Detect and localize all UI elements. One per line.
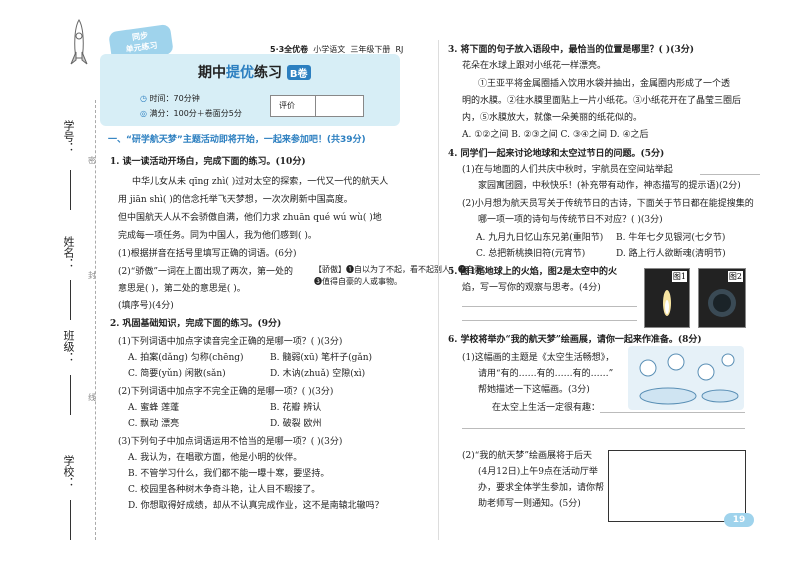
q5-line-2: 焰，写一写你的观察与思考。(4分) (462, 283, 601, 293)
q3-stem: 3. 将下面的句子放入语段中，最恰当的位置是哪里？( )(3分) (448, 45, 694, 55)
section-title: 一、“研学航天梦”主题活动即将开始，一起来参加吧！(共39分) (108, 135, 366, 145)
q1-para-2: 用 jiān shì( )的信念托举飞天梦想，一次次刷新中国高度。 (118, 195, 353, 205)
flame-space-image: 图2 (698, 268, 746, 328)
paper-tag: B卷 (286, 65, 311, 80)
column-divider (438, 40, 439, 540)
q2-2-option-b: B. 花瓣 辨认 (270, 403, 322, 413)
q2-1-option-b: B. 髓弱(xū) 笔杆子(gǎn) (270, 353, 373, 363)
rocket-icon (70, 19, 88, 65)
q4-1-answer-line[interactable] (700, 174, 760, 175)
exam-title: 期中提优练习 B卷 (198, 62, 311, 82)
flame-earth-image: 图1 (644, 268, 690, 328)
q2-3-option-d: D. 你想取得好成绩，却从不认真完成作业，这不是南辕北辙吗？ (128, 501, 384, 511)
q4-option-c: C. 总把新桃换旧符(元宵节) (476, 249, 586, 259)
q3-quote: 花朵在水球上跟对小纸花一样漂亮。 (462, 61, 607, 71)
q4-sub-1a: (1)在与地面的人们共庆中秋时，宇航员在空间站举起 (462, 165, 673, 175)
q2-1-option-a: A. 拍案(dǎng) 匀称(chēng) (128, 353, 244, 363)
q1-stem: 1. 读一读活动开场白，完成下面的练习。(10分) (110, 157, 306, 167)
clock-icon: ◷ (140, 94, 147, 103)
q6-sub-1c: 帮她描述一下这幅画。(3分) (478, 385, 590, 395)
notice-writing-box[interactable] (608, 450, 746, 522)
q2-sub-1: (1)下列词语中加点字读音完全正确的是哪一项？( )(3分) (118, 337, 343, 347)
q3-para-3: 内，⑤水膜放大，就像一朵美丽的纸花似的。 (462, 113, 643, 123)
score-info: ◎ 满分：100分＋卷面分5分 (140, 109, 242, 118)
q5-answer-line-1[interactable] (462, 306, 637, 307)
q2-stem: 2. 巩固基础知识，完成下面的练习。(9分) (110, 319, 282, 329)
rating-label: 评价 (279, 101, 295, 110)
q4-option-a: A. 九月九日忆山东兄弟(重阳节) (476, 233, 604, 243)
q2-3-option-c: C. 校园里各种树木争奇斗艳，让人目不暇接了。 (128, 485, 321, 495)
student-no-label: 学号： (62, 120, 75, 153)
q1-sub-1: (1)根据拼音在括号里填写正确的词语。(6分) (118, 249, 297, 259)
q6-sub-1b: 请用“有的……有的……有的……” (478, 369, 614, 379)
school-line (70, 500, 71, 540)
q2-3-option-b: B. 不管学习什么，我们都不能一曝十寒，要坚持。 (128, 469, 330, 479)
q2-1-option-c: C. 简要(yǔn) 闲散(sǎn) (128, 369, 226, 379)
q4-option-d: D. 路上行人欲断魂(清明节) (616, 249, 726, 259)
q1-para-4: 完成每一项任务。同为中国人，我为他们感到( )。 (118, 231, 317, 241)
q6-1-answer-line-2[interactable] (462, 428, 745, 429)
space-life-drawing (628, 346, 744, 410)
q4-option-b: B. 牛年七夕见银河(七夕节) (616, 233, 726, 243)
q2-3-option-a: A. 我认为，在唱歌方面，他是小明的伙伴。 (128, 453, 303, 463)
q6-sub-2c: 办，要求全体学生参加，请你帮 (478, 483, 605, 493)
q2-sub-2: (2)下列词语中加点字不完全正确的是哪一项？( )(3分) (118, 387, 334, 397)
q1-sub-2a: (2)“骄傲”一词在上面出现了两次，第一处的 (118, 267, 293, 277)
q6-sub-2a: (2)“我的航天梦”绘画展将于后天 (462, 451, 592, 461)
school-label: 学校： (62, 455, 75, 488)
q4-sub-2a: (2)小月想为航天员写关于传统节日的古诗，下面关于节日都在能提搜集的 (462, 199, 754, 209)
q4-stem: 4. 同学们一起来讨论地球和太空过节日的问题。(5分) (448, 149, 665, 159)
q1-sub-2b: 意思是( )，第二处的意思是( )。 (118, 284, 246, 294)
q5-answer-line-2[interactable] (462, 320, 637, 321)
binding-strip: 学号： 姓名： 班级： 学校： 密 封 线 (0, 0, 100, 566)
q2-2-option-d: D. 破裂 欧州 (270, 419, 322, 429)
q4-sub-2b: 哪一项一项的诗句与传统节日不对应？( )(3分) (478, 215, 663, 225)
class-label: 班级： (62, 330, 75, 363)
q5-stem: 5. 图1是地球上的火焰，图2是太空中的火 (448, 267, 618, 277)
q2-2-option-a: A. 蜜蜂 莲蓬 (128, 403, 180, 413)
q2-2-option-c: C. 飘动 漂亮 (128, 419, 180, 429)
q1-para-1: 中华儿女从未 qīng zhì( )过对太空的探索，一代又一代的航天人 (132, 177, 389, 187)
class-line (70, 375, 71, 415)
q1-para-3: 但中国航天人从不会骄傲自满，他们力求 zhuān qué wú wù( )地 (118, 213, 382, 223)
q1-sub-2c: (填序号)(4分) (118, 301, 174, 311)
q6-1-answer-line-1[interactable] (600, 412, 745, 413)
time-info: ◷ 时间：70分钟 (140, 94, 200, 103)
student-no-line (70, 170, 71, 210)
page-number: 19 (724, 513, 754, 527)
q3-para-2: 明的水膜。②往水膜里面贴上一片小纸花。③小纸花开在了晶莹三圈后 (462, 96, 742, 106)
q3-options: A. ①②之间 B. ②③之间 C. ③④之间 D. ④之后 (462, 130, 649, 140)
binding-cut-line (95, 100, 96, 540)
q6-sub-2d: 助老师写一则通知。(5分) (478, 499, 581, 509)
name-label: 姓名： (62, 236, 75, 269)
q1-definition-2: ❸值得自豪的人或事物。 (314, 277, 402, 286)
q3-para-1: ①王亚平将金属圈插入饮用水袋并抽出，金属圈内形成了一个透 (478, 79, 731, 89)
name-line (70, 280, 71, 320)
q2-sub-3: (3)下列句子中加点词语运用不恰当的是哪一项？( )(3分) (118, 437, 343, 447)
q6-stem: 6. 学校将举办“我的航天梦”绘画展，请你一起来作准备。(8分) (448, 335, 702, 345)
q2-1-option-d: D. 木讷(zhuǎ) 空隙(xì) (270, 369, 366, 379)
q6-sub-1a: (1)这幅画的主题是《太空生活畅想》， (462, 353, 615, 363)
q6-sub-2b: (4月12日)上午9点在活动厅举 (478, 467, 598, 477)
q4-sub-1b: 家园寓团圆，中秋快乐！(补充带有动作，神态描写的提示语)(2分) (478, 181, 741, 191)
medal-icon: ◎ (140, 109, 147, 118)
rating-box[interactable]: 评价 (270, 95, 364, 117)
q6-sub-1d: 在太空上生活一定很有趣： (492, 403, 601, 413)
astronaut-illustration-icon (639, 353, 739, 405)
